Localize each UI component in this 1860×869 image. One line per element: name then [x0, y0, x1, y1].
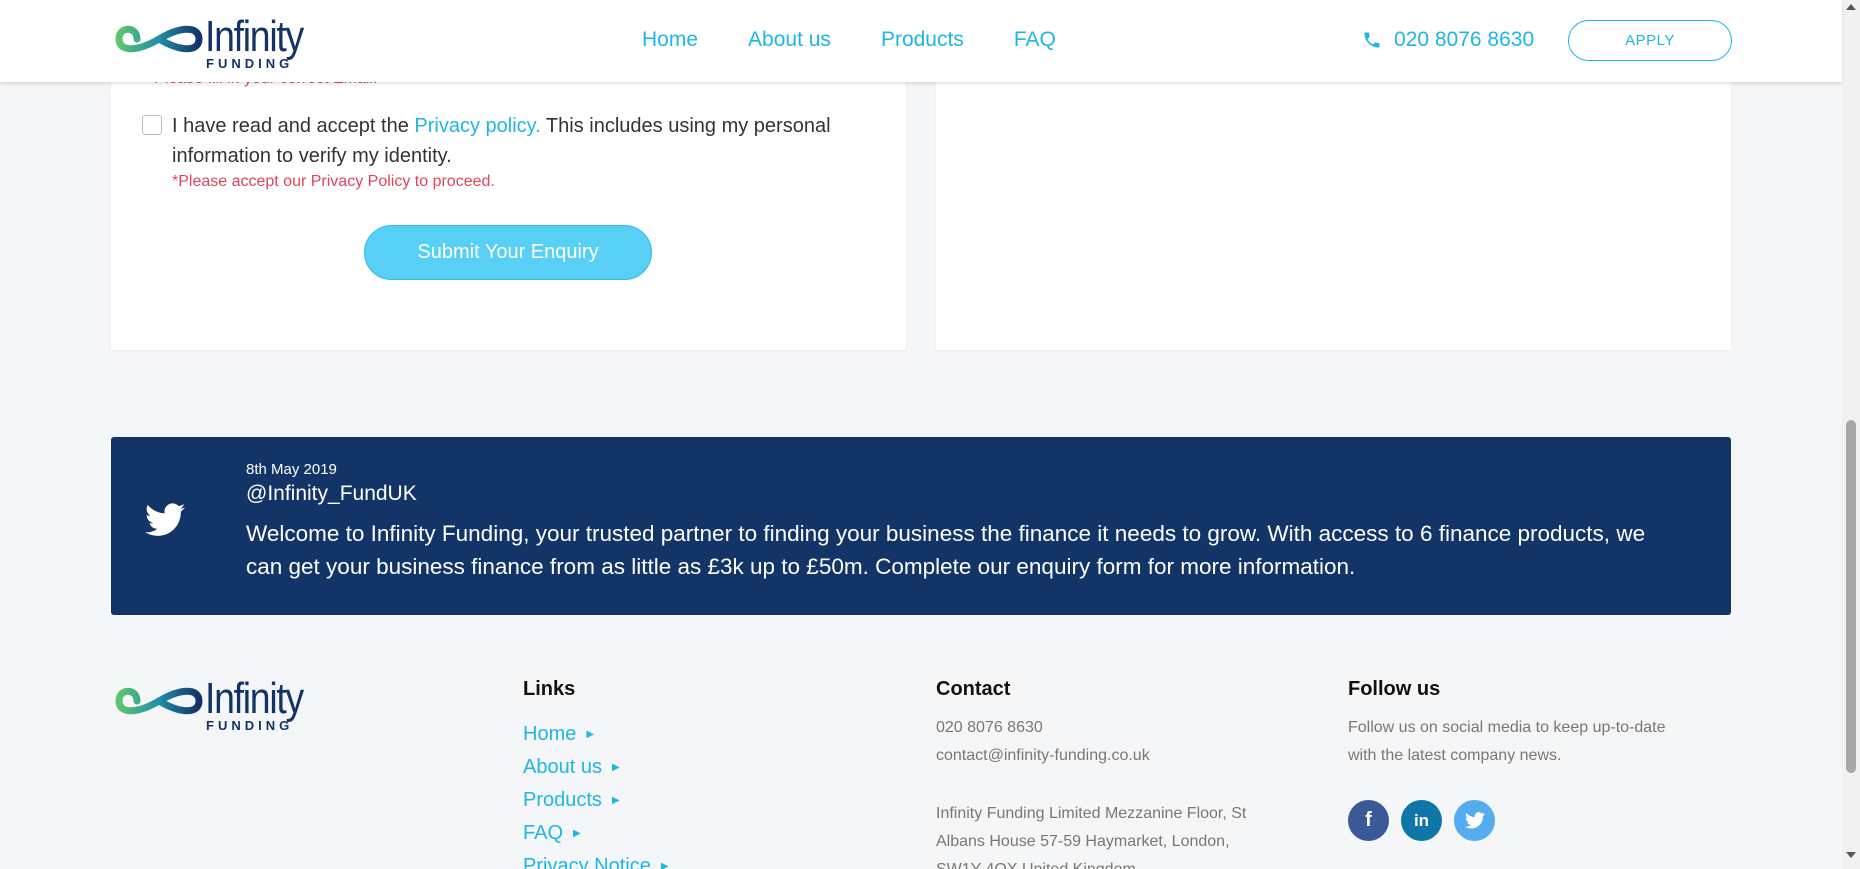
caret-right-icon: ▶	[611, 762, 620, 773]
footer-links-title: Links	[523, 678, 576, 700]
footer-link-label: Home	[523, 723, 577, 745]
twitter-bird-glyph	[1464, 812, 1485, 829]
social-icons: f in	[1348, 800, 1495, 841]
site-header: Infinity FUNDING Home About us Products …	[0, 0, 1842, 82]
phone-icon	[1364, 32, 1380, 48]
privacy-consent-label: I have read and accept the Privacy polic…	[172, 111, 892, 171]
twitter-feed-banner: 8th May 2019 @Infinity_FundUK Welcome to…	[111, 437, 1731, 615]
footer-link-about-us[interactable]: About us ▶	[523, 751, 669, 784]
footer-link-home[interactable]: Home ▶	[523, 718, 669, 751]
header-phone[interactable]: 020 8076 8630	[1362, 28, 1534, 52]
infinity-logo-icon	[115, 687, 203, 715]
linkedin-icon[interactable]: in	[1401, 800, 1442, 841]
caret-right-icon: ▶	[573, 828, 581, 839]
caret-right-icon: ▶	[586, 729, 595, 740]
facebook-icon[interactable]: f	[1348, 800, 1389, 841]
privacy-error-message: *Please accept our Privacy Policy to pro…	[172, 173, 495, 190]
footer-link-privacy-notice[interactable]: Privacy Notice ▶	[523, 850, 669, 869]
nav-products[interactable]: Products	[881, 28, 964, 52]
scroll-down-arrow-icon[interactable]	[1846, 852, 1856, 858]
logo-subtitle: FUNDING	[206, 56, 294, 71]
tweet-body: Welcome to Infinity Funding, your truste…	[246, 521, 1646, 579]
twitter-icon[interactable]	[1454, 800, 1495, 841]
privacy-checkbox[interactable]	[142, 115, 162, 135]
footer-contact-email[interactable]: contact@infinity-funding.co.uk	[936, 742, 1150, 770]
footer-follow-text-line1: Follow us on social media to keep up-to-…	[1348, 719, 1666, 736]
footer-link-label: About us	[523, 756, 602, 778]
footer-follow-title: Follow us	[1348, 678, 1441, 700]
footer-link-products[interactable]: Products ▶	[523, 784, 669, 817]
nav-about-us[interactable]: About us	[748, 28, 831, 52]
scroll-up-arrow-icon[interactable]	[1846, 4, 1856, 10]
footer-logo-subtitle: FUNDING	[206, 718, 294, 733]
privacy-text-prefix: I have read and accept the	[172, 115, 415, 137]
footer-logo[interactable]: Infinity FUNDING	[115, 674, 330, 734]
submit-enquiry-button[interactable]: Submit Your Enquiry	[364, 225, 652, 280]
footer-address-line1: Infinity Funding Limited Mezzanine Floor…	[936, 805, 1247, 822]
footer-contact-title: Contact	[936, 678, 1011, 700]
tweet-handle[interactable]: @Infinity_FundUK	[246, 482, 417, 506]
nav-faq[interactable]: FAQ	[1014, 28, 1056, 52]
footer-address-line2: Albans House 57-59 Haymarket, London,	[936, 833, 1230, 850]
header-phone-number: 020 8076 8630	[1394, 28, 1535, 51]
footer-link-label: FAQ	[523, 822, 564, 844]
tweet-date: 8th May 2019	[246, 461, 337, 478]
apply-button[interactable]: APPLY	[1568, 20, 1732, 61]
footer-link-label: Products	[523, 789, 602, 811]
caret-right-icon: ▶	[660, 861, 669, 869]
footer-contact-phone[interactable]: 020 8076 8630	[936, 714, 1043, 742]
footer-link-label: Privacy Notice	[523, 855, 651, 869]
side-card	[936, 40, 1731, 350]
main-nav: Home About us Products FAQ	[642, 28, 1056, 52]
infinity-logo-icon	[115, 25, 203, 53]
footer-address-line3: SW1Y 4QX United Kingdom	[936, 856, 1136, 869]
page: *Please fill in your correct Email. I ha…	[0, 0, 1860, 869]
scrollbar-thumb[interactable]	[1846, 420, 1856, 773]
footer-links-list: Home ▶ About us ▶ Products ▶ FAQ ▶ Privacy N…	[523, 718, 669, 869]
footer-follow-text-line2: with the latest company news.	[1348, 747, 1562, 764]
page-scrollbar[interactable]	[1842, 0, 1860, 869]
logo-wordmark: Infinity	[205, 12, 304, 61]
privacy-policy-link[interactable]: Privacy policy.	[414, 115, 540, 137]
footer-logo-wordmark: Infinity	[205, 674, 304, 723]
twitter-bird-icon	[145, 503, 185, 536]
footer-link-faq[interactable]: FAQ ▶	[523, 817, 669, 850]
caret-right-icon: ▶	[611, 795, 620, 806]
infinity-funding-logo[interactable]: Infinity FUNDING	[115, 12, 330, 72]
nav-home[interactable]: Home	[642, 28, 698, 52]
